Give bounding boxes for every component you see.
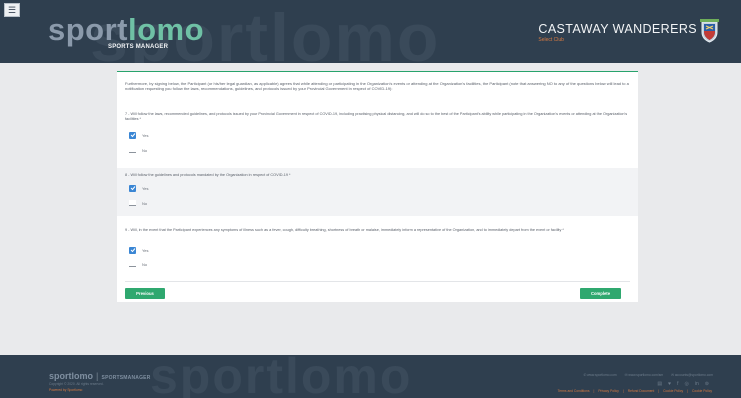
checkbox-unchecked-icon[interactable] xyxy=(129,200,136,206)
link-separator: | xyxy=(593,389,595,393)
club-selector[interactable]: CASTAWAY WANDERERS Select Club xyxy=(538,22,697,43)
consent-form-panel: Furthermore, by signing below, the Parti… xyxy=(117,71,638,302)
checkbox-checked-icon[interactable] xyxy=(129,184,136,192)
globe-icon[interactable]: ⊚ xyxy=(705,381,709,387)
question-7-text: 7 - Will follow the laws, recommended gu… xyxy=(125,112,628,122)
footer-contacts: ✆ www.sportlomo.com ✉ www.sportlomo.com/… xyxy=(583,373,713,377)
checkbox-unchecked-icon[interactable] xyxy=(129,147,136,153)
link-separator: | xyxy=(687,389,689,393)
instagram-icon[interactable]: ◎ xyxy=(685,381,689,387)
rss-icon[interactable]: ▤ xyxy=(657,381,662,387)
complete-button[interactable]: Complete xyxy=(580,288,621,299)
social-icons: ▤ ♥ f ◎ in ⊚ xyxy=(657,381,709,387)
option-label: No xyxy=(142,200,148,206)
footer-logo-text: sportlomo xyxy=(49,371,93,381)
checkbox-checked-icon[interactable] xyxy=(129,131,136,139)
question-7-no-option[interactable]: No xyxy=(129,146,147,154)
footer-logo-sub: SPORTSMANAGER xyxy=(101,375,151,381)
sportlomo-logo[interactable]: sportlomo SPORTS MANAGER xyxy=(48,14,204,54)
option-label: No xyxy=(142,147,148,153)
select-club-link[interactable]: Select Club xyxy=(538,37,697,43)
club-name: CASTAWAY WANDERERS xyxy=(538,22,697,36)
club-crest-icon xyxy=(700,19,719,43)
refund-link[interactable]: Refund Document xyxy=(628,389,655,393)
option-label: Yes xyxy=(142,247,149,253)
copyright-text: Copyright © 2020. All rights reserved. xyxy=(49,382,104,386)
footer-logo[interactable]: sportlomo | SPORTSMANAGER xyxy=(49,371,151,381)
question-8-no-option[interactable]: No xyxy=(129,199,147,207)
option-label: No xyxy=(142,261,148,267)
logo-subtitle: SPORTS MANAGER xyxy=(108,44,169,50)
heart-icon[interactable]: ♥ xyxy=(668,381,671,387)
cookie-link-2[interactable]: Cookie Policy xyxy=(692,389,712,393)
linkedin-icon[interactable]: in xyxy=(695,381,699,387)
cookie-link[interactable]: Cookie Policy xyxy=(663,389,683,393)
phone-contact[interactable]: ✆ www.sportlomo.com xyxy=(583,373,616,377)
logo-part-lomo: lomo xyxy=(128,12,205,47)
question-9-yes-option[interactable]: Yes xyxy=(129,246,149,254)
menu-icon[interactable]: ☰ xyxy=(4,3,20,17)
question-9-no-option[interactable]: No xyxy=(129,260,147,268)
logo-part-sport: sport xyxy=(48,12,128,47)
option-label: Yes xyxy=(142,185,149,191)
footer-links: Terms and Conditions | Privacy Policy | … xyxy=(558,389,712,393)
link-separator: | xyxy=(622,389,624,393)
link-separator: | xyxy=(658,389,660,393)
divider xyxy=(125,281,630,282)
option-label: Yes xyxy=(142,132,149,138)
question-8-yes-option[interactable]: Yes xyxy=(129,184,149,192)
previous-button[interactable]: Previous xyxy=(125,288,165,299)
facebook-icon[interactable]: f xyxy=(677,381,678,387)
terms-link[interactable]: Terms and Conditions xyxy=(558,389,590,393)
app-header: sportlomo ☰ sportlomo SPORTS MANAGER CAS… xyxy=(0,0,741,63)
checkbox-unchecked-icon[interactable] xyxy=(129,261,136,267)
question-7-yes-option[interactable]: Yes xyxy=(129,131,149,139)
website-contact[interactable]: ✉ www.sportlomo.com/sm xyxy=(625,373,664,377)
footer-watermark: sportlomo xyxy=(150,355,413,398)
checkbox-checked-icon[interactable] xyxy=(129,246,136,254)
privacy-link[interactable]: Privacy Policy xyxy=(598,389,619,393)
email-contact[interactable]: ✉ accounts@sportlomo.com xyxy=(671,373,713,377)
powered-by-link[interactable]: Powered by Sportlomo xyxy=(49,388,82,392)
question-9-text: 9 - Will, in the event that the Particip… xyxy=(125,228,564,232)
consent-intro-text: Furthermore, by signing below, the Parti… xyxy=(125,81,629,92)
question-8-text: 8 - Will follow the guidelines and proto… xyxy=(125,173,291,177)
app-footer: sportlomo sportlomo | SPORTSMANAGER Copyri… xyxy=(0,355,741,398)
